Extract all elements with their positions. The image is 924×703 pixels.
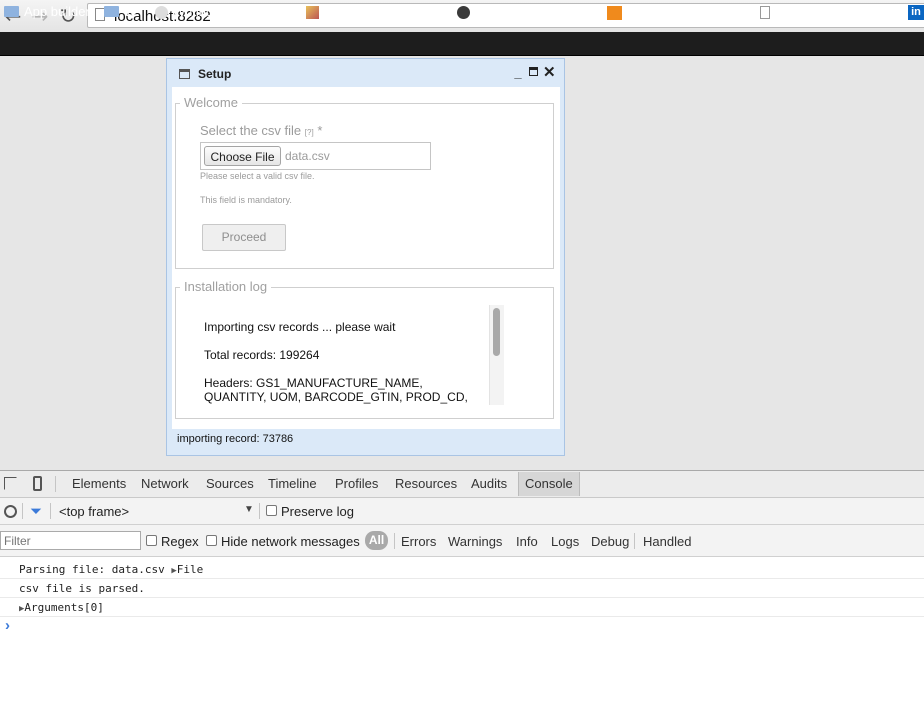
tab-profiles[interactable]: Profiles bbox=[335, 471, 378, 497]
choose-file-button[interactable]: Choose File bbox=[204, 146, 281, 166]
level-logs[interactable]: Logs bbox=[551, 534, 579, 549]
tab-resources[interactable]: Resources bbox=[395, 471, 457, 497]
bookmarks-bar bbox=[0, 32, 924, 56]
log-line: Headers: GS1_MANUFACTURE_NAME, QUANTITY,… bbox=[204, 376, 468, 404]
tab-timeline[interactable]: Timeline bbox=[268, 471, 317, 497]
tab-sources[interactable]: Sources bbox=[206, 471, 254, 497]
wand-icon bbox=[306, 6, 319, 20]
proceed-button[interactable]: Proceed bbox=[202, 224, 286, 251]
bookmark-writing-non-blocking[interactable]: Writing Non-Blocking bbox=[155, 0, 295, 23]
preserve-log-checkbox[interactable] bbox=[266, 505, 277, 516]
inspect-icon[interactable] bbox=[4, 477, 17, 490]
error-invalid: Please select a valid csv file. bbox=[200, 171, 315, 181]
level-debug[interactable]: Debug bbox=[591, 534, 629, 549]
bookmark-github[interactable]: https://github.com/in bbox=[457, 0, 597, 23]
log-legend: Installation log bbox=[180, 279, 272, 294]
level-info[interactable]: Info bbox=[516, 534, 538, 549]
page-icon bbox=[760, 6, 770, 20]
divider bbox=[22, 503, 23, 519]
console-prompt[interactable]: › bbox=[5, 617, 10, 634]
clear-console-icon[interactable] bbox=[4, 505, 17, 518]
dialog-title: Setup bbox=[198, 67, 232, 81]
level-handled[interactable]: Handled bbox=[643, 534, 691, 549]
console-message: ▶Arguments[0] bbox=[0, 598, 924, 617]
bookmark-app-builder[interactable]: App builder bbox=[4, 0, 90, 23]
regex-checkbox[interactable] bbox=[146, 535, 157, 546]
required-marker: * bbox=[317, 123, 323, 138]
help-marker[interactable]: [?] bbox=[305, 128, 314, 137]
hide-network-label: Hide network messages bbox=[221, 534, 360, 549]
tab-network[interactable]: Network bbox=[141, 471, 189, 497]
filter-input[interactable] bbox=[0, 531, 141, 550]
error-mandatory: This field is mandatory. bbox=[200, 195, 292, 205]
log-scrollbar-thumb[interactable] bbox=[493, 308, 500, 356]
chevron-down-icon[interactable]: ▼ bbox=[244, 504, 254, 515]
devtools-tabbar bbox=[0, 470, 924, 498]
bookmark-imagemagick[interactable]: ImageMagick: PerlMa bbox=[306, 0, 442, 23]
folder-icon bbox=[4, 6, 19, 18]
file-label: Select the csv file [?] * bbox=[200, 123, 323, 138]
close-icon[interactable]: ✕ bbox=[543, 65, 556, 80]
github-icon bbox=[457, 6, 470, 20]
device-mode-icon[interactable] bbox=[33, 476, 42, 491]
console-object[interactable]: Arguments[0] bbox=[24, 601, 103, 614]
window-icon bbox=[179, 69, 190, 79]
filter-icon[interactable]: ⏷ bbox=[30, 503, 42, 520]
console-message: csv file is parsed. bbox=[0, 579, 924, 598]
welcome-legend: Welcome bbox=[180, 95, 242, 110]
regex-label: Regex bbox=[161, 534, 199, 549]
log-line: Importing csv records ... please wait bbox=[204, 320, 396, 334]
frame-select[interactable]: <top frame> bbox=[59, 504, 129, 519]
tab-elements[interactable]: Elements bbox=[72, 471, 126, 497]
level-errors[interactable]: Errors bbox=[401, 534, 436, 549]
console-object[interactable]: File bbox=[177, 563, 204, 576]
divider bbox=[634, 533, 635, 549]
console-toolbar bbox=[0, 498, 924, 525]
bookmark-vit[interactable]: vit bbox=[104, 0, 137, 23]
divider bbox=[394, 533, 395, 549]
log-line: Total records: 199264 bbox=[204, 348, 320, 362]
site-icon bbox=[607, 5, 622, 20]
level-all[interactable]: All bbox=[365, 531, 388, 550]
minimize-icon[interactable]: _ bbox=[512, 66, 524, 80]
bookmark-linkedin[interactable]: in bbox=[908, 0, 924, 23]
tab-console[interactable]: Console bbox=[525, 471, 573, 497]
hide-network-checkbox[interactable] bbox=[206, 535, 217, 546]
folder-icon bbox=[104, 6, 119, 18]
preserve-log-label: Preserve log bbox=[281, 504, 354, 519]
divider bbox=[50, 503, 51, 519]
file-name: data.csv bbox=[285, 149, 330, 163]
tab-audits[interactable]: Audits bbox=[471, 471, 507, 497]
bookmark-pgrest[interactable]: PgREST: Node.js in th bbox=[760, 0, 898, 23]
divider bbox=[55, 476, 56, 492]
console-message: Parsing file: data.csv ▶File bbox=[0, 560, 924, 579]
maximize-icon[interactable] bbox=[529, 67, 538, 76]
linkedin-icon: in bbox=[908, 5, 924, 21]
divider bbox=[259, 503, 260, 519]
level-warnings[interactable]: Warnings bbox=[448, 534, 502, 549]
import-status: importing record: 73786 bbox=[177, 433, 294, 445]
site-icon bbox=[155, 6, 168, 20]
bookmark-os-beneficios[interactable]: Os benefícios e efeit bbox=[607, 0, 747, 23]
